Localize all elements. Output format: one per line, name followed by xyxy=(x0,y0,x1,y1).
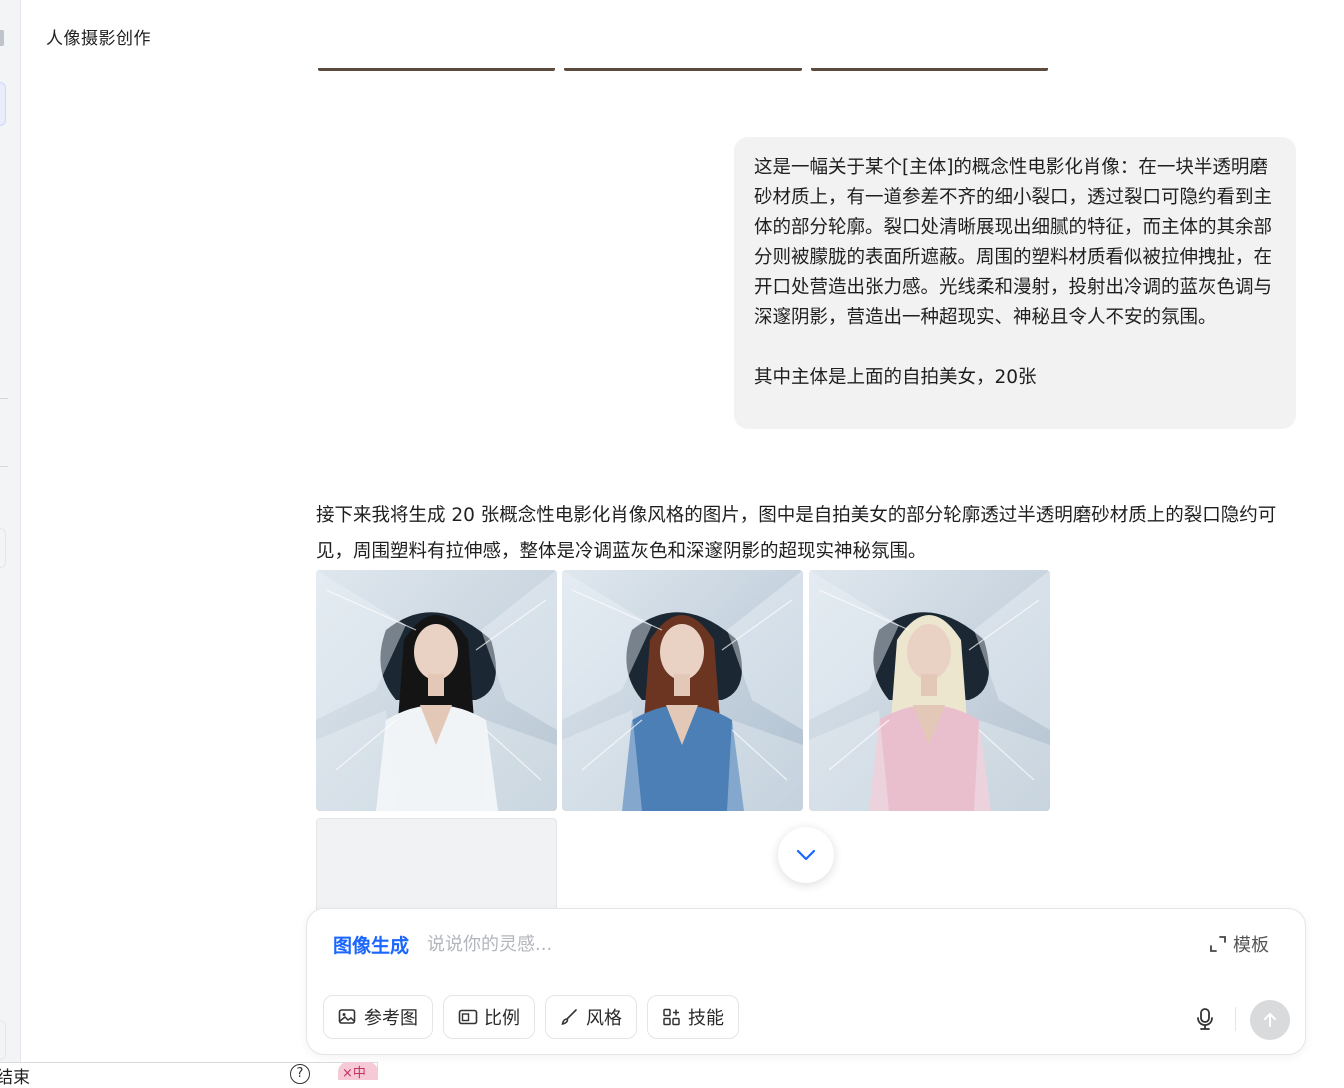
generated-image[interactable] xyxy=(809,570,1050,811)
composer-divider xyxy=(1235,1007,1236,1031)
reference-image-label: 参考图 xyxy=(364,1008,418,1029)
style-label: 风格 xyxy=(586,1008,622,1029)
chevron-down-icon xyxy=(796,849,816,861)
microphone-icon[interactable] xyxy=(1193,1007,1217,1031)
previous-image-edge xyxy=(564,68,802,71)
sidebar-item[interactable] xyxy=(0,1020,6,1060)
prompt-input[interactable] xyxy=(427,929,1187,959)
floating-toolbar xyxy=(0,1062,378,1080)
scroll-to-bottom-button[interactable] xyxy=(778,827,834,883)
floating-toolbar-label: 结束 xyxy=(0,1068,30,1088)
expand-icon xyxy=(1210,936,1226,952)
help-icon[interactable]: ? xyxy=(290,1064,310,1084)
floating-close-tag[interactable]: ×中 xyxy=(338,1062,378,1081)
arrow-up-icon xyxy=(1264,1013,1276,1027)
page-title: 人像摄影创作 xyxy=(46,29,151,49)
sidebar-divider xyxy=(0,466,8,467)
previous-image-edge xyxy=(811,68,1048,71)
composer: 图像生成 模板 参考图 比例 风格 技能 xyxy=(306,908,1306,1055)
portrait-illustration xyxy=(562,570,803,811)
image-add-icon xyxy=(338,1009,356,1024)
ratio-label: 比例 xyxy=(484,1008,520,1029)
skills-button[interactable]: 技能 xyxy=(647,995,739,1039)
mode-label[interactable]: 图像生成 xyxy=(333,931,409,958)
portrait-illustration xyxy=(809,570,1050,811)
assistant-message-text: 接下来我将生成 20 张概念性电影化肖像风格的图片，图中是自拍美女的部分轮廓透过… xyxy=(316,505,1277,562)
send-button[interactable] xyxy=(1250,1000,1290,1040)
skills-label: 技能 xyxy=(688,1008,724,1029)
user-message-bubble: 这是一幅关于某个[主体]的概念性电影化肖像：在一块半透明磨砂材质上，有一道参差不… xyxy=(734,137,1296,429)
sidebar-active-item[interactable] xyxy=(0,82,6,126)
apps-icon xyxy=(663,1008,680,1026)
template-button[interactable]: 模板 xyxy=(1209,931,1269,957)
user-message-paragraph: 这是一幅关于某个[主体]的概念性电影化肖像：在一块半透明磨砂材质上，有一道参差不… xyxy=(754,157,1273,328)
previous-image-edge xyxy=(318,68,555,71)
template-label: 模板 xyxy=(1233,935,1269,956)
reference-image-button[interactable]: 参考图 xyxy=(323,995,433,1039)
image-loading-placeholder xyxy=(316,818,557,918)
generated-image[interactable] xyxy=(562,570,803,811)
sidebar-collapsed xyxy=(0,0,21,1080)
sidebar-divider xyxy=(0,398,8,399)
ratio-button[interactable]: 比例 xyxy=(443,995,535,1039)
style-button[interactable]: 风格 xyxy=(545,995,637,1039)
sidebar-toggle-icon[interactable] xyxy=(0,30,4,46)
sidebar-item[interactable] xyxy=(0,528,6,568)
generated-image[interactable] xyxy=(316,570,557,811)
portrait-illustration xyxy=(316,570,557,811)
brush-icon xyxy=(561,1009,577,1026)
aspect-ratio-icon xyxy=(458,1009,478,1025)
user-message-paragraph: 其中主体是上面的自拍美女，20张 xyxy=(754,367,1037,388)
